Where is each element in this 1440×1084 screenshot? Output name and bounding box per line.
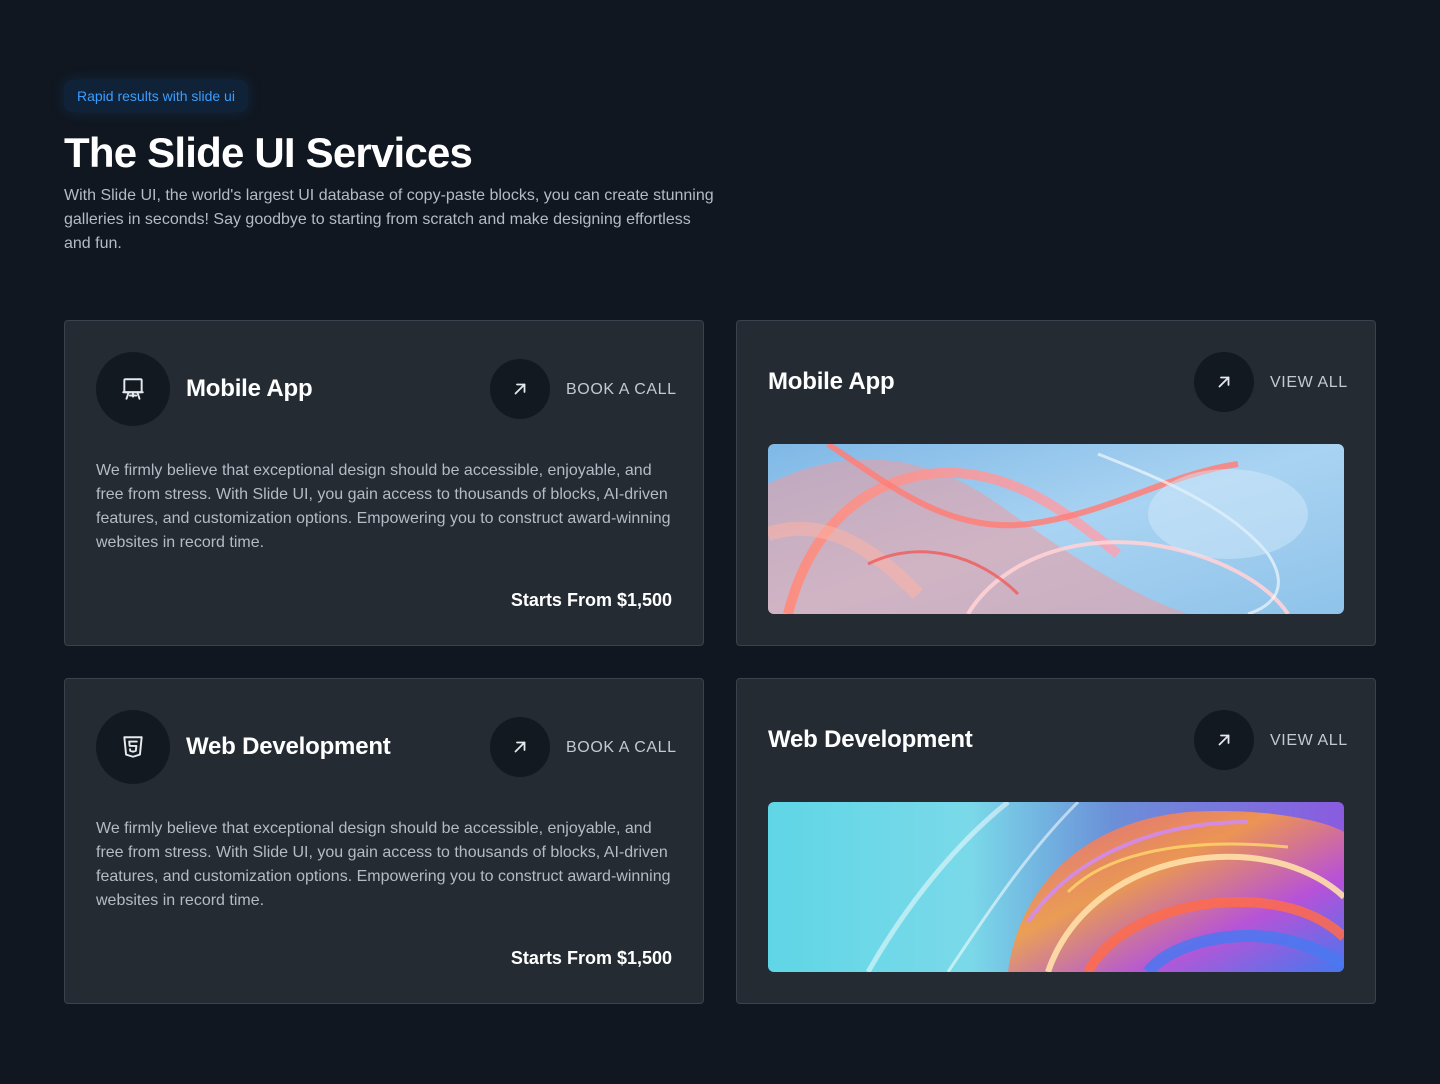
book-call-arrow-button[interactable] [490, 359, 550, 419]
gallery-title: Mobile App [768, 368, 895, 395]
arrow-up-right-icon [514, 383, 526, 395]
tagline-badge: Rapid results with slide ui [64, 80, 248, 112]
gallery-card-mobile-app: Mobile App VIEW ALL [736, 320, 1376, 646]
page-subtitle: With Slide UI, the world's largest UI da… [64, 187, 714, 252]
html5-icon [96, 710, 170, 784]
view-all-link[interactable]: VIEW ALL [1270, 374, 1348, 392]
service-title: Mobile App [186, 375, 313, 402]
view-all-arrow-button[interactable] [1194, 352, 1254, 412]
arrow-up-right-icon [1218, 376, 1230, 388]
view-all-arrow-button[interactable] [1194, 710, 1254, 770]
gallery-card-web-development: Web Development VIEW ALL [736, 678, 1376, 1004]
book-call-link[interactable]: BOOK A CALL [566, 381, 677, 399]
service-description: We firmly believe that exceptional desig… [96, 462, 671, 551]
services-page: Rapid results with slide ui The Slide UI… [0, 0, 1440, 1084]
gallery-image-pink-blue-swirl[interactable] [768, 444, 1344, 614]
page-title: The Slide UI Services [64, 129, 473, 176]
book-call-arrow-button[interactable] [490, 717, 550, 777]
service-title: Web Development [186, 733, 391, 760]
book-call-link[interactable]: BOOK A CALL [566, 739, 677, 757]
arrow-up-right-icon [1218, 734, 1230, 746]
service-price: Starts From $1,500 [510, 590, 672, 610]
arrow-up-right-icon [514, 741, 526, 753]
service-card-mobile-app: Mobile App BOOK A CALL We firmly believe… [64, 320, 704, 646]
service-card-web-development: Web Development BOOK A CALL We firmly be… [64, 678, 704, 1004]
service-price: Starts From $1,500 [510, 948, 672, 968]
gallery-image-rainbow-swirl[interactable] [768, 802, 1344, 972]
easel-icon [96, 352, 170, 426]
gallery-title: Web Development [768, 726, 973, 753]
view-all-link[interactable]: VIEW ALL [1270, 732, 1348, 750]
service-description: We firmly believe that exceptional desig… [96, 820, 671, 909]
